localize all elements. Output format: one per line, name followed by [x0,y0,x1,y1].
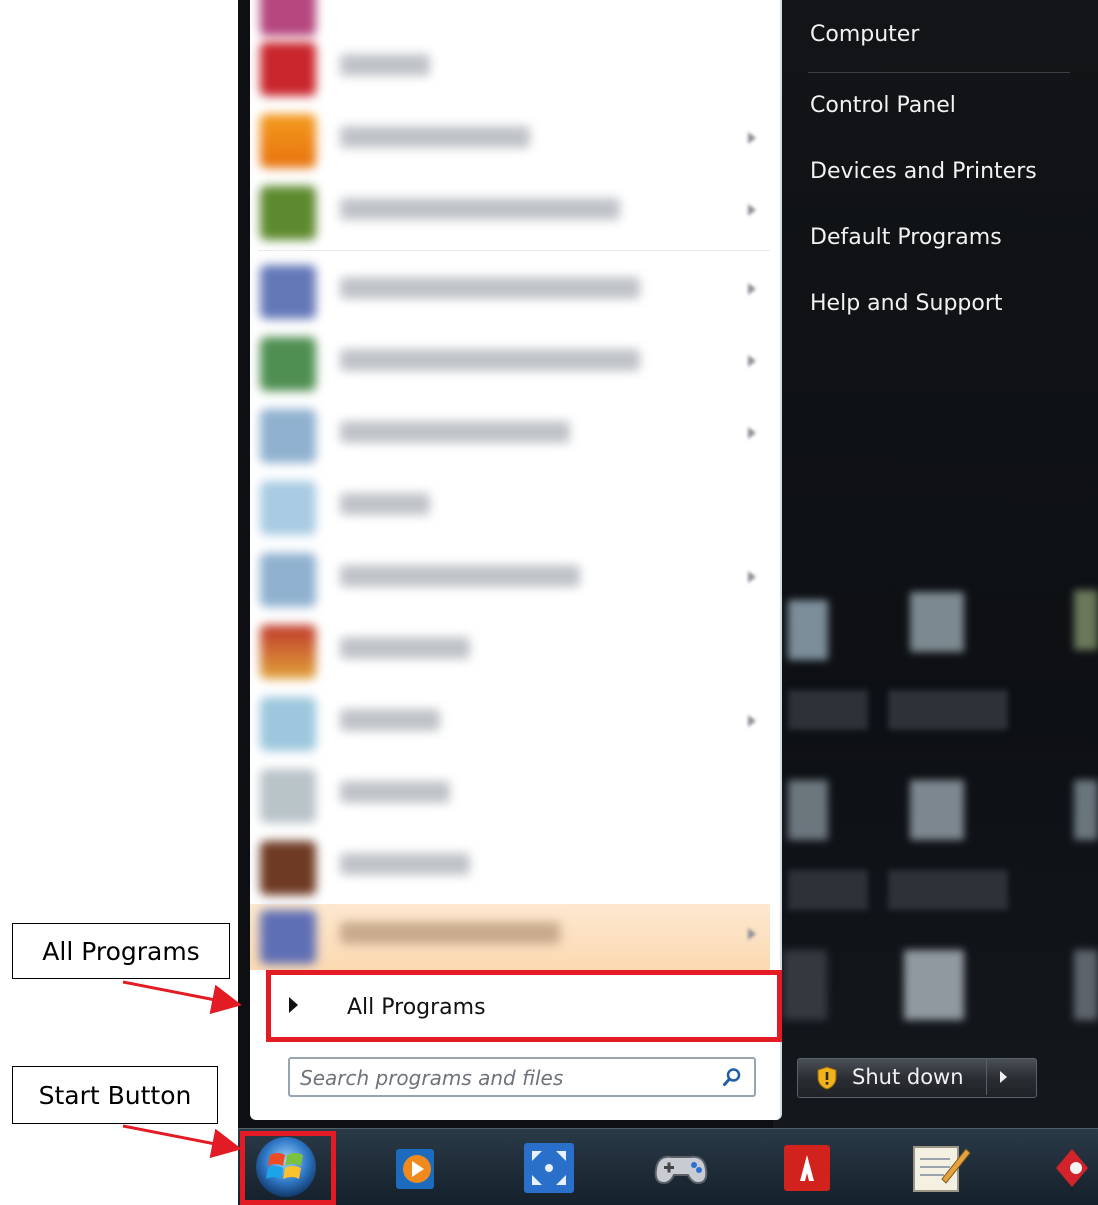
start-button-arrow [122,1124,242,1159]
callout-arrows [122,980,242,1159]
all-programs-arrow [122,980,242,1015]
